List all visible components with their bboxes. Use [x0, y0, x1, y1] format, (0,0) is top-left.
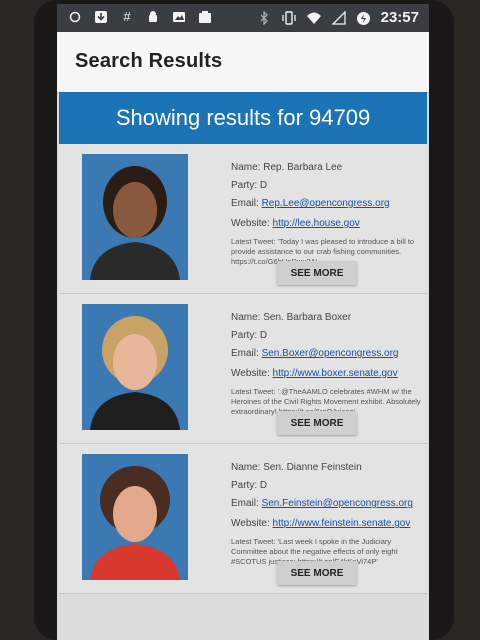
face-shape [113, 334, 157, 390]
legislator-info: Name: Rep. Barbara Lee Party: D Email: R… [231, 160, 427, 267]
page-title: Search Results [75, 50, 223, 72]
website-link[interactable]: http://www.feinstein.senate.gov [273, 518, 411, 529]
legislator-photo [82, 454, 188, 580]
legislator-name: Name: Sen. Barbara Boxer [231, 312, 352, 323]
result-card: Name: Sen. Dianne Feinstein Party: D Ema… [59, 444, 427, 594]
email-row: Email: Sen.Boxer@opencongress.org [231, 346, 427, 362]
website-row: Website: http://lee.house.gov [231, 216, 427, 232]
website-label: Website: [231, 368, 270, 379]
gallery-icon [197, 9, 213, 25]
website-row: Website: http://www.feinstein.senate.gov [231, 516, 427, 532]
email-row: Email: Sen.Feinstein@opencongress.org [231, 496, 427, 512]
email-label: Email: [231, 348, 259, 359]
legislator-party: Party: D [231, 330, 268, 341]
result-card: Name: Rep. Barbara Lee Party: D Email: R… [59, 144, 427, 294]
website-row: Website: http://www.boxer.senate.gov [231, 366, 427, 382]
see-more-button[interactable]: SEE MORE [277, 411, 357, 435]
data-saver-icon [356, 10, 372, 26]
legislator-info: Name: Sen. Dianne Feinstein Party: D Ema… [231, 460, 427, 567]
status-time: 23:57 [380, 9, 419, 26]
results-list: Name: Rep. Barbara Lee Party: D Email: R… [59, 144, 427, 594]
website-link[interactable]: http://www.boxer.senate.gov [273, 368, 398, 379]
bluetooth-icon [256, 10, 272, 26]
legislator-party: Party: D [231, 480, 268, 491]
wifi-icon [306, 10, 322, 26]
android-icon [145, 9, 161, 25]
email-link[interactable]: Sen.Boxer@opencongress.org [262, 348, 399, 359]
legislator-name: Name: Sen. Dianne Feinstein [231, 462, 362, 473]
website-label: Website: [231, 218, 270, 229]
results-banner: Showing results for 94709 [59, 92, 427, 144]
status-bar: # 23:57 [57, 4, 429, 32]
see-more-button[interactable]: SEE MORE [277, 561, 357, 585]
result-card: Name: Sen. Barbara Boxer Party: D Email:… [59, 294, 427, 444]
website-label: Website: [231, 518, 270, 529]
see-more-button[interactable]: SEE MORE [277, 261, 357, 285]
legislator-party: Party: D [231, 180, 268, 191]
circle-icon [67, 9, 83, 25]
phone-screen: # 23:57 Search Results Showing results f… [57, 4, 429, 640]
download-icon [93, 9, 109, 25]
face-shape [113, 486, 157, 542]
legislator-info: Name: Sen. Barbara Boxer Party: D Email:… [231, 310, 427, 417]
app-bar: Search Results [57, 32, 429, 92]
hash-icon: # [123, 9, 131, 24]
image-icon [171, 9, 187, 25]
email-row: Email: Rep.Lee@opencongress.org [231, 196, 427, 212]
website-link[interactable]: http://lee.house.gov [273, 218, 360, 229]
email-label: Email: [231, 198, 259, 209]
signal-icon [331, 10, 347, 26]
legislator-name: Name: Rep. Barbara Lee [231, 162, 343, 173]
vibrate-icon [281, 10, 297, 26]
email-label: Email: [231, 498, 259, 509]
legislator-photo [82, 304, 188, 430]
email-link[interactable]: Sen.Feinstein@opencongress.org [262, 498, 413, 509]
face-shape [113, 182, 157, 238]
email-link[interactable]: Rep.Lee@opencongress.org [262, 198, 390, 209]
legislator-photo [82, 154, 188, 280]
